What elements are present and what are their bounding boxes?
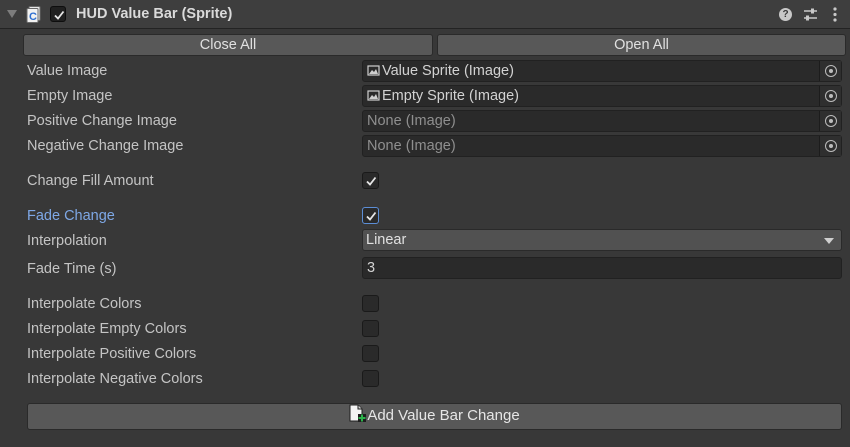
negative-change-image-field[interactable]: None (Image) bbox=[362, 135, 842, 157]
preset-icon[interactable] bbox=[803, 7, 818, 22]
help-icon[interactable]: ? bbox=[779, 8, 792, 21]
kebab-menu-icon[interactable] bbox=[830, 7, 840, 22]
sprite-icon bbox=[367, 89, 380, 101]
object-picker-icon[interactable] bbox=[819, 136, 841, 156]
svg-text:C: C bbox=[29, 11, 37, 23]
check-icon bbox=[54, 10, 65, 20]
positive-change-image-field[interactable]: None (Image) bbox=[362, 110, 842, 132]
add-file-icon bbox=[349, 404, 367, 424]
chevron-down-icon bbox=[824, 238, 834, 244]
negative-change-image-value: None (Image) bbox=[367, 138, 456, 154]
component-header[interactable]: C HUD Value Bar (Sprite) ? bbox=[0, 0, 850, 29]
interpolation-value: Linear bbox=[366, 232, 407, 248]
open-all-button[interactable]: Open All bbox=[437, 34, 846, 56]
empty-image-label: Empty Image bbox=[27, 88, 113, 104]
interpolate-positive-colors-checkbox[interactable] bbox=[362, 345, 379, 362]
interpolate-empty-colors-checkbox[interactable] bbox=[362, 320, 379, 337]
interpolation-dropdown[interactable]: Linear bbox=[362, 229, 842, 251]
interpolate-empty-colors-label: Interpolate Empty Colors bbox=[27, 321, 187, 337]
interpolate-negative-colors-label: Interpolate Negative Colors bbox=[27, 371, 203, 387]
empty-image-field[interactable]: Empty Sprite (Image) bbox=[362, 85, 842, 107]
fade-change-checkbox[interactable] bbox=[362, 207, 379, 224]
component-enabled-toggle[interactable] bbox=[50, 6, 66, 22]
fold-arrow-icon[interactable] bbox=[7, 10, 17, 18]
value-image-field[interactable]: Value Sprite (Image) bbox=[362, 60, 842, 82]
change-fill-amount-checkbox[interactable] bbox=[362, 172, 379, 189]
object-picker-icon[interactable] bbox=[819, 111, 841, 131]
object-picker-icon[interactable] bbox=[819, 61, 841, 81]
fade-time-label: Fade Time (s) bbox=[27, 261, 117, 277]
fade-time-value: 3 bbox=[367, 260, 376, 276]
positive-change-image-label: Positive Change Image bbox=[27, 113, 177, 129]
sprite-icon bbox=[367, 64, 380, 76]
interpolate-colors-label: Interpolate Colors bbox=[27, 296, 142, 312]
add-value-bar-change-label: Add Value Bar Change bbox=[367, 407, 520, 424]
interpolation-label: Interpolation bbox=[27, 233, 107, 249]
check-icon bbox=[366, 211, 377, 221]
component-title: HUD Value Bar (Sprite) bbox=[76, 6, 233, 22]
close-all-button[interactable]: Close All bbox=[23, 34, 433, 56]
object-picker-icon[interactable] bbox=[819, 86, 841, 106]
change-fill-amount-label: Change Fill Amount bbox=[27, 173, 154, 189]
empty-image-value: Empty Sprite (Image) bbox=[367, 88, 519, 104]
fade-change-label: Fade Change bbox=[27, 208, 115, 224]
check-icon bbox=[366, 176, 377, 186]
positive-change-image-value: None (Image) bbox=[367, 113, 456, 129]
fade-time-input[interactable]: 3 bbox=[362, 257, 842, 279]
interpolate-colors-checkbox[interactable] bbox=[362, 295, 379, 312]
negative-change-image-label: Negative Change Image bbox=[27, 138, 184, 154]
interpolate-negative-colors-checkbox[interactable] bbox=[362, 370, 379, 387]
value-image-value: Value Sprite (Image) bbox=[367, 63, 514, 79]
script-icon: C bbox=[26, 6, 41, 23]
add-value-bar-change-button[interactable]: Add Value Bar Change bbox=[27, 403, 842, 430]
value-image-label: Value Image bbox=[27, 63, 108, 79]
interpolate-positive-colors-label: Interpolate Positive Colors bbox=[27, 346, 197, 362]
